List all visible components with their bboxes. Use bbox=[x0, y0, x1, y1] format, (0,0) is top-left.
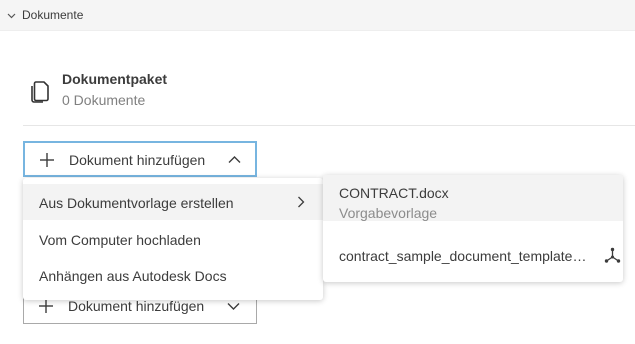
document-package-icon bbox=[31, 81, 49, 103]
plus-icon bbox=[40, 153, 54, 167]
template-name: contract_sample_document_template.docx bbox=[339, 248, 587, 264]
add-document-menu: Aus Dokumentvorlage erstellen Vom Comput… bbox=[23, 178, 323, 300]
template-name: CONTRACT.docx bbox=[339, 185, 449, 201]
autodesk-docs-icon bbox=[604, 247, 621, 263]
template-submenu: CONTRACT.docx Vorgabevorlage contract_sa… bbox=[323, 175, 623, 282]
divider bbox=[23, 125, 635, 126]
chevron-down-icon bbox=[7, 13, 16, 19]
add-document-button[interactable]: Dokument hinzufügen bbox=[23, 141, 257, 177]
package-title: Dokumentpaket bbox=[62, 71, 168, 87]
menu-item-attach-from-autodesk-docs[interactable]: Anhängen aus Autodesk Docs bbox=[23, 257, 323, 293]
menu-item-create-from-template[interactable]: Aus Dokumentvorlage erstellen bbox=[23, 184, 323, 220]
menu-item-label: Anhängen aus Autodesk Docs bbox=[39, 268, 227, 284]
chevron-right-icon bbox=[298, 196, 305, 208]
template-description: Vorgabevorlage bbox=[339, 205, 438, 221]
add-document-label: Dokument hinzufügen bbox=[69, 152, 206, 168]
chevron-down-icon bbox=[227, 303, 240, 310]
menu-item-upload-from-computer[interactable]: Vom Computer hochladen bbox=[23, 221, 323, 257]
section-header-dokumente[interactable]: Dokumente bbox=[0, 0, 635, 31]
add-document-label: Dokument hinzufügen bbox=[68, 298, 205, 314]
plus-icon bbox=[39, 299, 53, 313]
package-document-count: 0 Dokumente bbox=[62, 92, 146, 108]
menu-item-label: Aus Dokumentvorlage erstellen bbox=[39, 195, 234, 211]
template-item-contract-docx[interactable]: CONTRACT.docx Vorgabevorlage bbox=[323, 175, 623, 221]
section-title: Dokumente bbox=[22, 8, 84, 22]
chevron-up-icon bbox=[228, 156, 241, 163]
template-item-contract-sample[interactable]: contract_sample_document_template.docx bbox=[323, 241, 623, 271]
menu-item-label: Vom Computer hochladen bbox=[39, 232, 201, 248]
